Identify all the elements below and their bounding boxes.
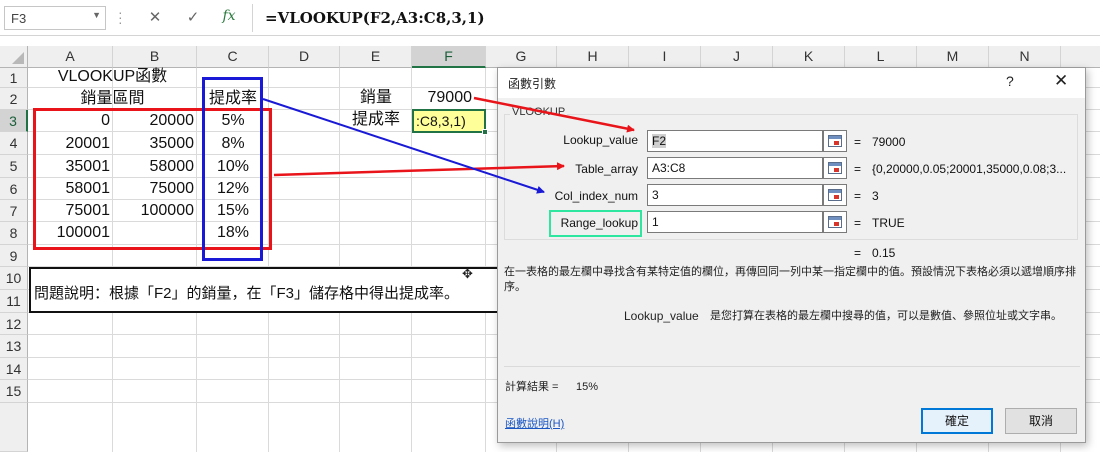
arg-input-range-lookup[interactable]: 1 [647,211,823,233]
col-header-n[interactable]: N [989,46,1061,68]
ok-button[interactable]: 確定 [921,408,993,434]
divider [504,366,1080,367]
row-header-15[interactable]: 15 [0,380,28,403]
collapse-dialog-button[interactable] [823,157,847,179]
row-header-12[interactable]: 12 [0,313,28,335]
arg-help-text: 是您打算在表格的最左欄中搜尋的值，可以是數值、參照位址或文字串。 [710,310,1062,322]
equals-sign: = [854,216,862,230]
col-header-d[interactable]: D [269,46,340,68]
range-select-icon [828,189,842,201]
equals-sign: = [854,246,862,260]
arg-result: 79000 [872,135,906,149]
arg-input-text: F2 [652,134,667,148]
arg-result: {0,20000,0.05;20001,35000,0.08;3... [872,162,1067,176]
chevron-down-icon[interactable]: ▼ [92,10,101,20]
row-header-1[interactable]: 1 [0,68,28,88]
col-header-h[interactable]: H [557,46,629,68]
arg-input-table-array[interactable]: A3:C8 [647,157,823,179]
row-header-6[interactable]: 6 [0,178,28,200]
sales-value: 79000 [427,89,473,106]
range-header: 銷量區間 [80,90,145,107]
row-header-2[interactable]: 2 [0,88,28,110]
arg-result: TRUE [872,216,905,230]
col-header-e[interactable]: E [340,46,412,68]
function-description: 在一表格的最左欄中尋找含有某特定值的欄位，再傳回同一列中某一指定欄中的值。預設情… [504,266,1076,293]
col-header-k[interactable]: K [773,46,845,68]
calc-result-label: 計算結果 = [505,381,559,393]
arg-label-range-lookup: Range_lookup [560,216,638,230]
name-box[interactable]: F3 ▼ [4,6,106,30]
help-link[interactable]: 函數說明(H) [505,415,564,431]
row-header-14[interactable]: 14 [0,358,28,380]
arg-label-col-index-num: Col_index_num [554,189,638,203]
arg-label-table-array: Table_array [575,162,638,176]
column-highlight-box [202,77,263,261]
col-header-a[interactable]: A [28,46,113,68]
col-header-o[interactable] [1061,46,1100,68]
equals-sign: = [854,162,862,176]
row-header-11[interactable]: 11 [0,290,28,313]
cancel-formula-icon[interactable]: ✕ [144,8,166,28]
col-header-c[interactable]: C [197,46,269,68]
row-header-9[interactable]: 9 [0,245,28,267]
collapse-dialog-button[interactable] [823,184,847,206]
arg-result: 3 [872,189,879,203]
name-box-value: F3 [11,11,27,26]
calc-result-value: 15% [576,381,599,393]
row-header-7[interactable]: 7 [0,200,28,222]
dialog-title: 函數引數 [508,77,557,91]
row-header-3[interactable]: 3 [0,110,28,132]
close-icon[interactable]: ✕ [1054,71,1068,91]
col-header-m[interactable]: M [917,46,989,68]
formula-bar-grip-icon[interactable]: · · · [118,5,123,29]
arg-input-lookup-value[interactable]: F2 [647,130,823,152]
function-arguments-dialog: 函數引數 ? ✕ VLOOKUP Lookup_value F2 = 79000… [497,67,1086,443]
active-cell-f3[interactable]: :C8,3,1) [412,109,488,135]
col-header-l[interactable]: L [845,46,917,68]
formula-bar: F3 ▼ · · · ✕ ✓ fx =VLOOKUP(F2,A3:C8,3,1) [0,0,1100,36]
arg-help-name: Lookup_value [624,309,699,323]
col-header-b[interactable]: B [113,46,197,68]
col-header-f[interactable]: F [412,46,486,68]
function-result: 0.15 [872,246,896,260]
formula-input[interactable]: =VLOOKUP(F2,A3:C8,3,1) [252,4,1100,32]
arg-label-lookup-value: Lookup_value [563,133,638,147]
row-header-13[interactable]: 13 [0,335,28,358]
excel-window: F3 ▼ · · · ✕ ✓ fx =VLOOKUP(F2,A3:C8,3,1) A… [0,0,1100,452]
help-icon[interactable]: ? [1006,73,1014,89]
move-cursor-icon: ✥ [462,266,473,281]
dialog-title-bar[interactable]: 函數引數 ? ✕ [498,68,1085,98]
select-all-corner[interactable] [0,46,28,68]
row-header-5[interactable]: 5 [0,155,28,178]
arg-input-col-index-num[interactable]: 3 [647,184,823,206]
row-header-16[interactable] [0,403,28,452]
insert-function-icon[interactable]: fx [218,8,240,28]
cancel-button[interactable]: 取消 [1005,408,1077,434]
col-header-i[interactable]: I [629,46,701,68]
enter-formula-icon[interactable]: ✓ [182,8,204,28]
f3-formula-text: :C8,3,1) [416,113,466,129]
equals-sign: = [854,135,862,149]
collapse-dialog-button[interactable] [823,130,847,152]
fill-handle[interactable] [482,129,488,135]
equals-sign: = [854,189,862,203]
range-select-icon [828,216,842,228]
problem-note: 問題說明：根據「F2」的銷量，在「F3」儲存格中得出提成率。 [29,267,509,313]
function-name: VLOOKUP [510,106,568,118]
row-header-8[interactable]: 8 [0,222,28,245]
collapse-dialog-button[interactable] [823,211,847,233]
range-select-icon [828,135,842,147]
row-header-10[interactable]: 10 [0,267,28,290]
row-header-4[interactable]: 4 [0,132,28,155]
rate-label: 提成率 [351,111,400,128]
range-select-icon [828,162,842,174]
sales-label: 銷量 [359,89,392,106]
sheet-title: VLOOKUP函數 [57,68,168,85]
col-header-g[interactable]: G [486,46,557,68]
col-header-j[interactable]: J [701,46,773,68]
